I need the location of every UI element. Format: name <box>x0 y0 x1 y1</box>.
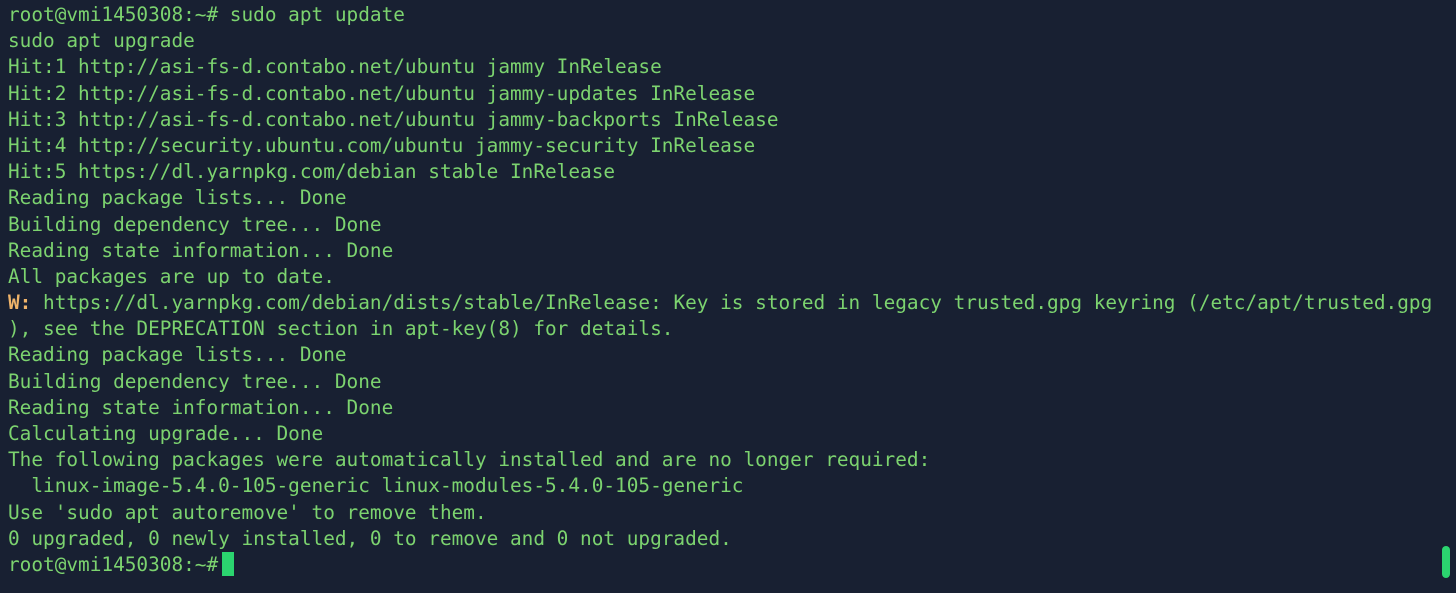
terminal-line: Reading package lists... Done <box>8 343 347 367</box>
warning-text: https://dl.yarnpkg.com/debian/dists/stab… <box>31 291 1433 315</box>
terminal-line: Hit:3 http://asi-fs-d.contabo.net/ubuntu… <box>8 107 779 131</box>
terminal-line: The following packages were automaticall… <box>8 448 931 472</box>
terminal-line: sudo apt upgrade <box>8 29 195 53</box>
terminal-line: Building dependency tree... Done <box>8 212 382 236</box>
terminal-line: Reading package lists... Done <box>8 186 347 210</box>
terminal-line: Reading state information... Done <box>8 238 394 262</box>
warning-prefix: W: <box>8 291 32 315</box>
command-prompt-line[interactable]: root@vmi1450308:~# <box>8 551 1456 578</box>
terminal-line: Hit:2 http://asi-fs-d.contabo.net/ubuntu… <box>8 81 756 105</box>
warning-line: W: https://dl.yarnpkg.com/debian/dists/s… <box>8 290 1456 316</box>
terminal-line: root@vmi1450308:~# sudo apt update <box>8 3 405 26</box>
terminal-line: Calculating upgrade... Done <box>8 422 324 445</box>
terminal-line: linux-image-5.4.0-105-generic linux-modu… <box>8 474 744 498</box>
scrollbar-thumb[interactable] <box>1442 546 1450 578</box>
terminal-line: Hit:4 http://security.ubuntu.com/ubuntu … <box>8 133 756 157</box>
prompt: root@vmi1450308:~# <box>8 552 219 576</box>
warning-continuation: ), see the DEPRECATION section in apt-ke… <box>8 317 674 341</box>
terminal-line: Hit:1 http://asi-fs-d.contabo.net/ubuntu… <box>8 55 662 79</box>
terminal-line: All packages are up to date. <box>8 264 335 288</box>
terminal-line: 0 upgraded, 0 newly installed, 0 to remo… <box>8 526 732 550</box>
terminal-line: Building dependency tree... Done <box>8 369 382 393</box>
terminal-line: Reading state information... Done <box>8 395 394 419</box>
terminal-line: Use 'sudo apt autoremove' to remove them… <box>8 500 487 524</box>
terminal-line: Hit:5 https://dl.yarnpkg.com/debian stab… <box>8 160 616 184</box>
terminal-window[interactable]: root@vmi1450308:~# sudo apt update sudo … <box>0 0 1456 593</box>
cursor <box>222 551 235 576</box>
